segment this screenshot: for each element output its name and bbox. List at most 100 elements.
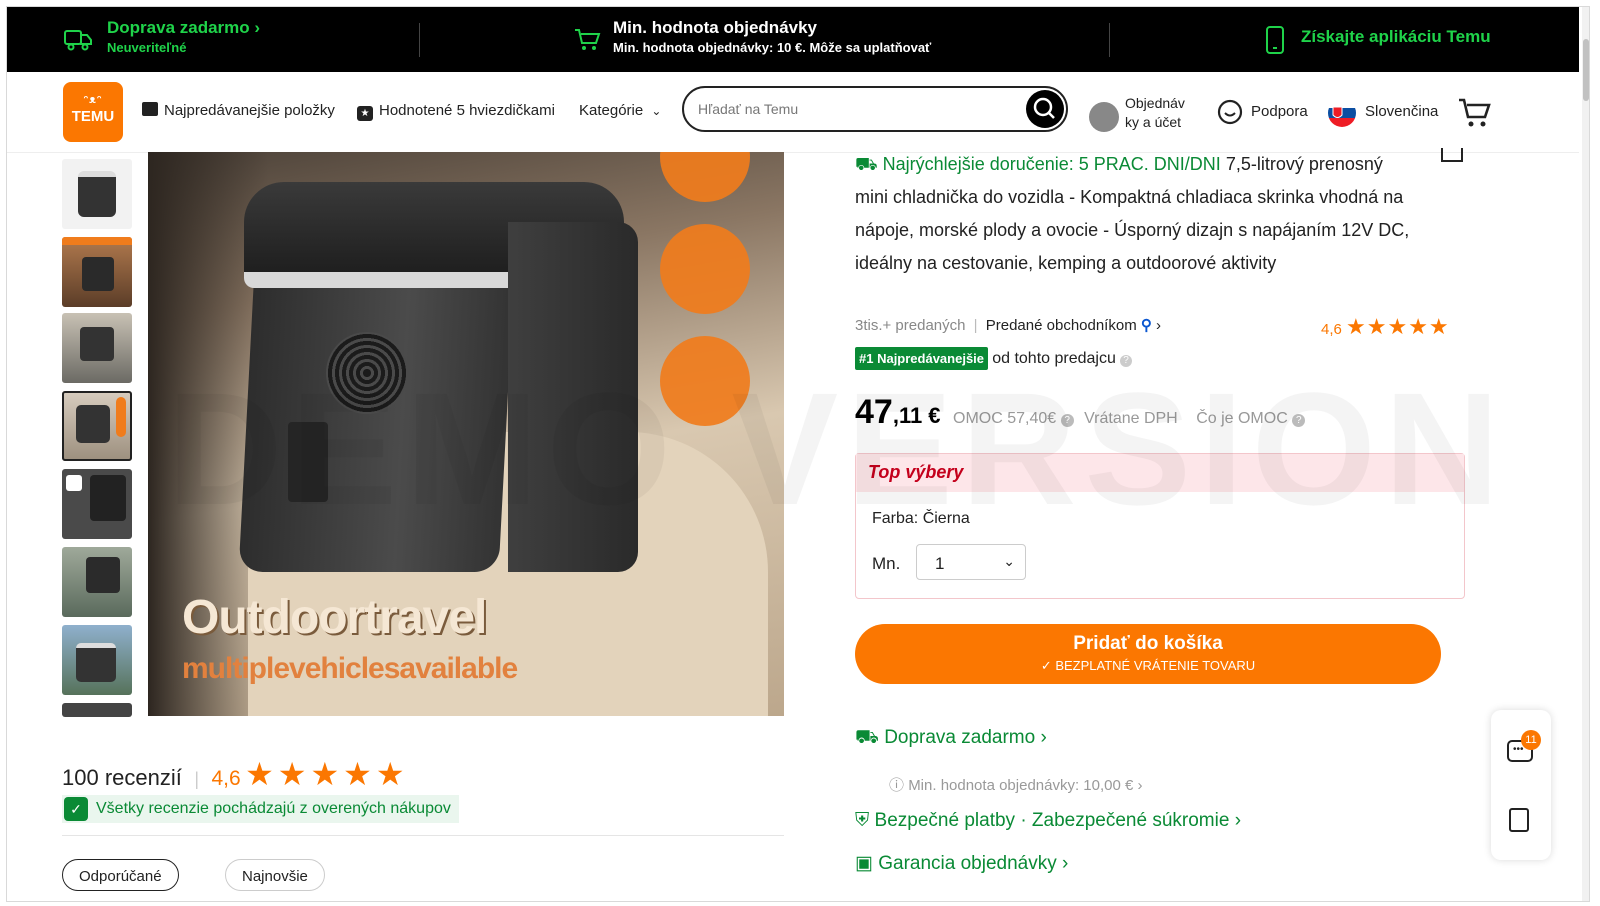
divider: | — [194, 769, 199, 789]
thumbnail[interactable] — [62, 313, 132, 383]
order-guarantee-link[interactable]: ▣ Garancia objednávky › — [855, 852, 1068, 875]
feedback-icon[interactable] — [1509, 808, 1529, 832]
qty-label: Mn. — [872, 554, 901, 573]
sort-recommended-tab[interactable]: Odporúčané — [62, 859, 179, 891]
product-main-image[interactable]: Outdoortravel multiplevehiclesavailable — [148, 152, 784, 716]
search-input[interactable]: Hľadať na Temu — [698, 101, 798, 117]
quantity-value: 1 — [935, 554, 945, 573]
chevron-right-icon: › — [254, 18, 261, 37]
seller-label: Predané obchodníkom — [985, 317, 1137, 334]
secure-payment-link[interactable]: ⛨ Bezpečné platby · Zabezpečené súkromie… — [855, 810, 1241, 832]
nav-bestsellers-label: Najpredávanejšie položky — [164, 102, 335, 119]
thumbnail[interactable] — [62, 237, 132, 307]
sort-recommended-label: Odporúčané — [79, 868, 162, 885]
product-title-block: ⛟ Najrýchlejšie doručenie: 5 PRAC. DNI/D… — [855, 148, 1415, 280]
thumbnail[interactable] — [62, 703, 132, 717]
nav-bestsellers[interactable]: Najpredávanejšie položky — [142, 102, 335, 119]
star-rating-icon: ★★★★★ — [1346, 314, 1450, 339]
thumbnail[interactable] — [62, 547, 132, 617]
temu-logo[interactable]: ᵔᴥᵔ TEMU — [63, 82, 123, 142]
thumbnail-selected[interactable] — [62, 391, 132, 461]
shipping-min-note[interactable]: ⓘ Min. hodnota objednávky: 10,00 € › — [889, 774, 1143, 795]
review-rating: 4,6 — [211, 767, 241, 790]
overlay-title: Outdoortravel — [182, 591, 487, 644]
top-picks-heading: Top výbery — [856, 454, 1464, 492]
thumbs-up-icon — [142, 102, 158, 116]
delivery-badge-text: Najrýchlejšie doručenie: 5 PRAC. DNI/DNI — [882, 154, 1221, 174]
scrollbar-thumb[interactable] — [1583, 39, 1589, 101]
min-order-sub: Min. hodnota objednávky: 10 €. Môže sa u… — [613, 40, 932, 55]
delivery-truck-icon: ⛟ — [855, 727, 879, 748]
info-icon[interactable]: ? — [1120, 355, 1133, 367]
divider: | — [973, 317, 978, 334]
star-badge-icon: ★ — [357, 106, 373, 121]
min-order-title: Min. hodnota objednávky — [613, 18, 818, 37]
color-label: Farba: Čierna — [872, 510, 970, 527]
delivery-badge: ⛟ Najrýchlejšie doručenie: 5 PRAC. DNI/D… — [855, 154, 1221, 174]
nav-categories[interactable]: Kategórie ⌄ — [579, 102, 661, 119]
share-icon[interactable] — [1441, 148, 1463, 162]
shield-check-icon: ⛨ — [855, 810, 870, 831]
nav-five-star[interactable]: ★ Hodnotené 5 hviezdičkami — [357, 102, 555, 121]
guarantee-icon: ▣ — [855, 853, 873, 874]
nav-categories-label: Kategórie — [579, 102, 644, 119]
sort-newest-tab[interactable]: Najnovšie — [225, 859, 325, 891]
add-to-cart-label: Pridať do košíka — [1073, 633, 1223, 654]
omoc-info-link[interactable]: Čo je OMOC ? — [1196, 410, 1306, 427]
avatar — [1089, 102, 1119, 132]
phone-icon — [1266, 26, 1284, 54]
price-decimal: ,11 € — [892, 403, 941, 428]
cart-icon — [575, 29, 601, 50]
add-to-cart-button[interactable]: Pridať do košíka ✓ BEZPLATNÉ VRÁTENIE TO… — [855, 624, 1441, 684]
bestseller-from: od tohto predajcu — [992, 350, 1116, 367]
vat-label: Vrátane DPH — [1084, 410, 1178, 427]
help-icon: ? — [1292, 414, 1306, 427]
seller-badge-icon: ⚲ — [1140, 317, 1152, 334]
star-rating-icon: ★★★★★ — [245, 756, 409, 792]
language-label: Slovenčina — [1365, 103, 1439, 120]
thumbnail[interactable] — [62, 469, 132, 539]
chevron-right-icon: › — [1234, 810, 1242, 831]
search-button[interactable] — [1026, 90, 1064, 128]
shipping-link[interactable]: ⛟ Doprava zadarmo › — [855, 727, 1047, 751]
chat-badge: 11 — [1521, 730, 1541, 750]
reviews-header: 100 recenzií | 4,6 ★★★★★ — [62, 755, 409, 793]
info-circle-icon: ⓘ — [889, 777, 905, 794]
seller-link[interactable]: Predané obchodníkom ⚲ › — [986, 317, 1161, 334]
info-icon[interactable]: ? — [1060, 414, 1074, 427]
quantity-select[interactable]: 1 ⌄ — [916, 544, 1026, 580]
slovakia-flag-icon — [1328, 99, 1356, 127]
rating-summary[interactable]: 4,6 ★★★★★ — [1321, 314, 1450, 340]
chevron-down-icon: ⌄ — [1003, 553, 1015, 569]
browser-page: Doprava zadarmo › Neuveriteľné Min. hodn… — [6, 6, 1590, 902]
top-picks-box: Top výbery Farba: Čierna Mn. 1 ⌄ — [855, 453, 1465, 599]
logo-mark: ᵔᴥᵔ — [83, 94, 103, 106]
thumbnail[interactable] — [62, 625, 132, 695]
account-label-2: ky a účet — [1125, 114, 1182, 130]
price-row: 47,11 € OMOC 57,40€ ? Vrátane DPH Čo je … — [855, 393, 1306, 432]
bestseller-badge: #1 Najpredávanejšie — [855, 347, 989, 370]
site-header: ᵔᴥᵔ TEMU Najpredávanejšie položky ★ Hodno… — [7, 72, 1579, 153]
thumbnail[interactable] — [62, 159, 132, 229]
verified-reviews-note: ✓ Všetky recenzie pochádzajú z overených … — [62, 795, 459, 823]
cart-icon[interactable] — [1457, 96, 1493, 130]
get-app-link[interactable]: Získajte aplikáciu Temu — [1301, 27, 1491, 47]
support-label: Podpora — [1251, 103, 1308, 120]
review-count: 100 recenzií — [62, 765, 182, 790]
rating-value: 4,6 — [1321, 321, 1342, 338]
omoc-info-label: Čo je OMOC — [1196, 410, 1288, 427]
truck-icon — [64, 30, 92, 51]
fan-grille — [326, 332, 408, 414]
promo-banner: Doprava zadarmo › Neuveriteľné Min. hodn… — [7, 7, 1579, 72]
verified-reviews-label: Všetky recenzie pochádzajú z overených n… — [96, 800, 451, 817]
car-badge — [660, 336, 750, 426]
chevron-down-icon: ⌄ — [651, 104, 662, 118]
cooler-side — [508, 222, 638, 572]
sales-row: 3tis.+ predaných | Predané obchodníkom ⚲… — [855, 316, 1161, 334]
free-shipping-title: Doprava zadarmo — [107, 18, 250, 37]
free-shipping-sub: Neuveriteľné — [107, 40, 187, 55]
search-bar[interactable]: Hľadať na Temu — [682, 86, 1068, 132]
search-icon — [1033, 97, 1055, 119]
free-return-label: ✓ BEZPLATNÉ VRÁTENIE TOVARU — [1040, 658, 1256, 673]
scrollbar[interactable] — [1582, 7, 1589, 901]
